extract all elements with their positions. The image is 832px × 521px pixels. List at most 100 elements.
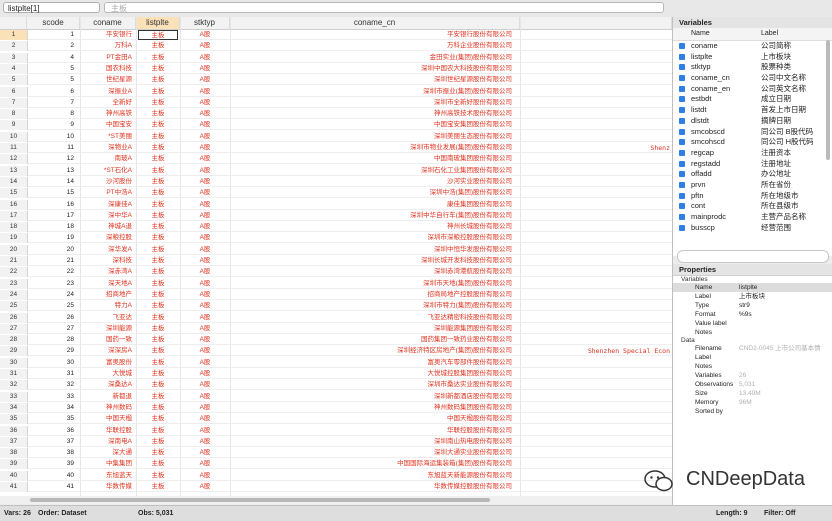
cell-listplte[interactable]: 主板 xyxy=(138,200,178,210)
cell-coname-en[interactable] xyxy=(560,426,670,436)
row-number[interactable]: 15 xyxy=(0,188,28,199)
cell-coname-en[interactable] xyxy=(560,358,670,368)
horizontal-scrollbar[interactable] xyxy=(0,496,672,504)
cell-coname[interactable]: 新都退 xyxy=(80,392,133,402)
table-row[interactable]: 9 9 中国宝安 主板 A股 中国宝安集团股份有限公司 xyxy=(0,120,672,131)
table-row[interactable]: 32 32 深桑达A 主板 A股 深圳市桑达实业股份有限公司 xyxy=(0,380,672,391)
cell-stktyp[interactable]: A股 xyxy=(185,414,225,424)
column-header-scode[interactable]: scode xyxy=(27,17,80,29)
table-row[interactable]: 21 21 深科技 主板 A股 深圳长城开发科技股份有限公司 xyxy=(0,256,672,266)
table-row[interactable]: 18 18 神城A退 主板 A股 神州长城股份有限公司 xyxy=(0,222,672,233)
cell-coname-cn[interactable]: 沙河实业股份有限公司 xyxy=(240,177,512,187)
checkbox-icon[interactable] xyxy=(679,181,685,188)
cell-coname[interactable]: 深桑达A xyxy=(80,380,132,390)
cell-scode[interactable]: 40 xyxy=(27,471,74,481)
cell-stktyp[interactable]: A股 xyxy=(185,222,225,232)
table-row[interactable]: 22 22 深赤湾A 主板 A股 深圳赤湾港航股份有限公司 xyxy=(0,267,672,278)
property-row[interactable]: Value label xyxy=(673,319,832,328)
row-number[interactable]: 30 xyxy=(0,357,28,368)
row-number[interactable]: 28 xyxy=(0,335,28,346)
cell-coname[interactable]: *ST石化A xyxy=(80,166,132,176)
cell-reference-box[interactable]: listplte[1] xyxy=(3,2,100,13)
property-row[interactable]: Name listplte xyxy=(673,283,832,292)
cell-coname-cn[interactable]: 深圳能源集团股份有限公司 xyxy=(240,324,512,334)
cell-stktyp[interactable]: A股 xyxy=(185,301,225,311)
cell-coname-en[interactable] xyxy=(560,256,670,266)
cell-scode[interactable]: 6 xyxy=(27,87,74,97)
checkbox-icon[interactable] xyxy=(679,160,685,167)
property-row[interactable]: Label xyxy=(673,353,832,362)
checkbox-icon[interactable] xyxy=(679,214,685,220)
cell-scode[interactable]: 32 xyxy=(27,380,74,390)
cell-coname-en[interactable] xyxy=(560,200,670,210)
cell-coname-en[interactable] xyxy=(560,414,670,424)
cell-coname[interactable]: 深物业A xyxy=(80,143,132,153)
cell-stktyp[interactable]: A股 xyxy=(185,120,225,130)
cell-scode[interactable]: 22 xyxy=(27,267,74,277)
row-number[interactable]: 24 xyxy=(0,289,28,300)
cell-listplte[interactable]: 主板 xyxy=(138,75,178,85)
cell-stktyp[interactable]: A股 xyxy=(185,279,225,289)
variable-item[interactable]: smcohscd 同公司 H股代码 xyxy=(673,137,832,148)
variables-name-header[interactable]: Name xyxy=(691,28,710,40)
cell-scode[interactable]: 5 xyxy=(27,64,74,74)
cell-scode[interactable]: 38 xyxy=(27,448,74,458)
cell-stktyp[interactable]: A股 xyxy=(185,256,225,266)
cell-coname[interactable]: PT金田A xyxy=(80,53,132,63)
cell-coname[interactable]: 深粮控股 xyxy=(80,233,132,243)
cell-stktyp[interactable]: A股 xyxy=(185,403,225,413)
cell-stktyp[interactable]: A股 xyxy=(185,109,225,119)
cell-stktyp[interactable]: A股 xyxy=(185,64,225,74)
table-row[interactable]: 29 29 深深房A 主板 A股 深圳经济特区房地产(集团)股份有限公司 Shenzhen … xyxy=(0,346,672,357)
table-row[interactable]: 4 5 国农科技 主板 A股 深圳中国农大科技股份有限公司 xyxy=(0,63,672,74)
table-row[interactable]: 1 1 平安银行 主板 A股 平安银行股份有限公司 xyxy=(0,30,672,40)
table-row[interactable]: 20 20 深华发A 主板 A股 深圳中恒华发股份有限公司 xyxy=(0,244,672,255)
cell-coname-en[interactable] xyxy=(560,335,670,345)
cell-coname-cn[interactable]: 神州数码集团股份有限公司 xyxy=(240,403,512,413)
cell-coname[interactable]: 特力A xyxy=(80,301,132,311)
cell-listplte[interactable]: 主板 xyxy=(138,132,178,142)
cell-stktyp[interactable]: A股 xyxy=(185,211,225,221)
cell-stktyp[interactable]: A股 xyxy=(185,324,225,334)
cell-listplte[interactable]: 主板 xyxy=(138,222,178,232)
cell-listplte[interactable]: 主板 xyxy=(138,358,178,368)
checkbox-icon[interactable] xyxy=(679,117,685,124)
cell-scode[interactable]: 13 xyxy=(27,166,74,176)
row-number[interactable]: 37 xyxy=(0,436,28,447)
cell-stktyp[interactable]: A股 xyxy=(185,267,225,277)
cell-coname-cn[interactable]: 深圳市振业(集团)股份有限公司 xyxy=(240,87,512,97)
cell-listplte[interactable]: 主板 xyxy=(138,414,178,424)
cell-listplte[interactable]: 主板 xyxy=(138,30,178,40)
cell-scode[interactable]: 16 xyxy=(27,200,74,210)
table-row[interactable]: 26 26 飞亚达 主板 A股 飞亚达精密科技股份有限公司 xyxy=(0,312,672,323)
cell-scode[interactable]: 7 xyxy=(27,98,74,108)
property-row[interactable]: Format %9s xyxy=(673,310,832,319)
cell-coname[interactable]: 东旭蓝天 xyxy=(80,471,132,481)
cell-coname-cn[interactable]: 深圳南山热电股份有限公司 xyxy=(240,437,512,447)
cell-coname[interactable]: 中集集团 xyxy=(80,459,132,469)
cell-scode[interactable]: 39 xyxy=(27,459,74,469)
row-number[interactable]: 6 xyxy=(0,86,28,97)
cell-scode[interactable]: 30 xyxy=(27,358,74,368)
cell-coname[interactable]: 南玻A xyxy=(80,154,132,164)
row-number[interactable]: 8 xyxy=(0,109,28,120)
row-number[interactable]: 23 xyxy=(0,278,28,289)
cell-coname-en[interactable] xyxy=(560,87,670,97)
properties-group-variables[interactable]: Variables xyxy=(673,276,832,283)
cell-coname-cn[interactable]: 万科企业股份有限公司 xyxy=(240,41,512,51)
cell-coname-en[interactable] xyxy=(560,188,670,198)
cell-coname-cn[interactable]: 深圳经济特区房地产(集团)股份有限公司 xyxy=(240,346,512,356)
cell-listplte[interactable]: 主板 xyxy=(138,313,178,323)
property-row[interactable]: Size 13.49M xyxy=(673,389,832,398)
cell-listplte[interactable]: 主板 xyxy=(138,279,178,289)
cell-stktyp[interactable]: A股 xyxy=(185,53,225,63)
cell-coname-en[interactable] xyxy=(560,369,670,379)
cell-stktyp[interactable]: A股 xyxy=(185,75,225,85)
variable-item[interactable]: prvn 所在省份 xyxy=(673,180,832,191)
cell-listplte[interactable]: 主板 xyxy=(138,471,178,481)
cell-stktyp[interactable]: A股 xyxy=(185,98,225,108)
row-number[interactable]: 20 xyxy=(0,244,28,255)
checkbox-icon[interactable] xyxy=(679,128,685,135)
column-header-coname[interactable]: coname xyxy=(80,17,136,29)
cell-coname-cn[interactable]: 国药集团一致药业股份有限公司 xyxy=(240,335,512,345)
